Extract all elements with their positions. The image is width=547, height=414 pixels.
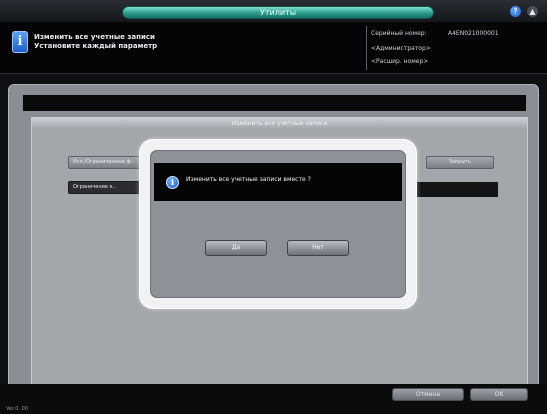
message-header: i Изменить все учетные записи Установите… <box>0 22 547 74</box>
function-permission-button[interactable]: Исп./Ограниченные ф.. <box>68 156 150 169</box>
administrator-label: <Администратор> <box>371 45 431 52</box>
close-button[interactable]: Закрыть <box>426 156 494 169</box>
user-icon[interactable]: ▲ <box>527 6 538 17</box>
serial-number-value: A4EN021000001 <box>448 30 499 37</box>
dialog-message: Изменить все учетные записи вместе ? <box>186 176 311 183</box>
restriction-button[interactable]: Ограничение к.. <box>68 181 148 194</box>
yes-button[interactable]: Да <box>205 240 267 256</box>
settings-panel-title: Изменить все учетные записи <box>32 118 527 130</box>
header-message-line1: Изменить все учетные записи <box>34 33 155 41</box>
screen-title: Утилиты <box>122 6 434 19</box>
version-label: Ver.0 .00 <box>6 406 29 412</box>
mode-label: <Расшир. номер> <box>371 58 429 65</box>
main-title-bar <box>23 95 526 111</box>
cancel-button[interactable]: Отмена <box>392 388 464 401</box>
dialog-body: i Изменить все учетные записи вместе ? Д… <box>150 150 406 298</box>
help-icon[interactable]: ? <box>510 6 521 17</box>
footer: Отмена OK Ver.0 .00 <box>0 384 547 414</box>
ok-button[interactable]: OK <box>470 388 528 401</box>
header-message-line2: Установите каждый параметр <box>34 42 158 50</box>
info-icon: i <box>12 31 28 53</box>
info-icon: i <box>166 176 179 189</box>
dialog-message-bar: i Изменить все учетные записи вместе ? <box>154 163 402 201</box>
no-button[interactable]: Нет <box>287 240 349 256</box>
serial-number-label: Серийный номер: <box>371 30 427 37</box>
top-bar: Утилиты ? ▲ <box>0 0 547 22</box>
header-divider <box>366 26 367 70</box>
screen: Утилиты ? ▲ i Изменить все учетные запис… <box>0 0 547 414</box>
confirm-dialog: i Изменить все учетные записи вместе ? Д… <box>139 139 417 309</box>
